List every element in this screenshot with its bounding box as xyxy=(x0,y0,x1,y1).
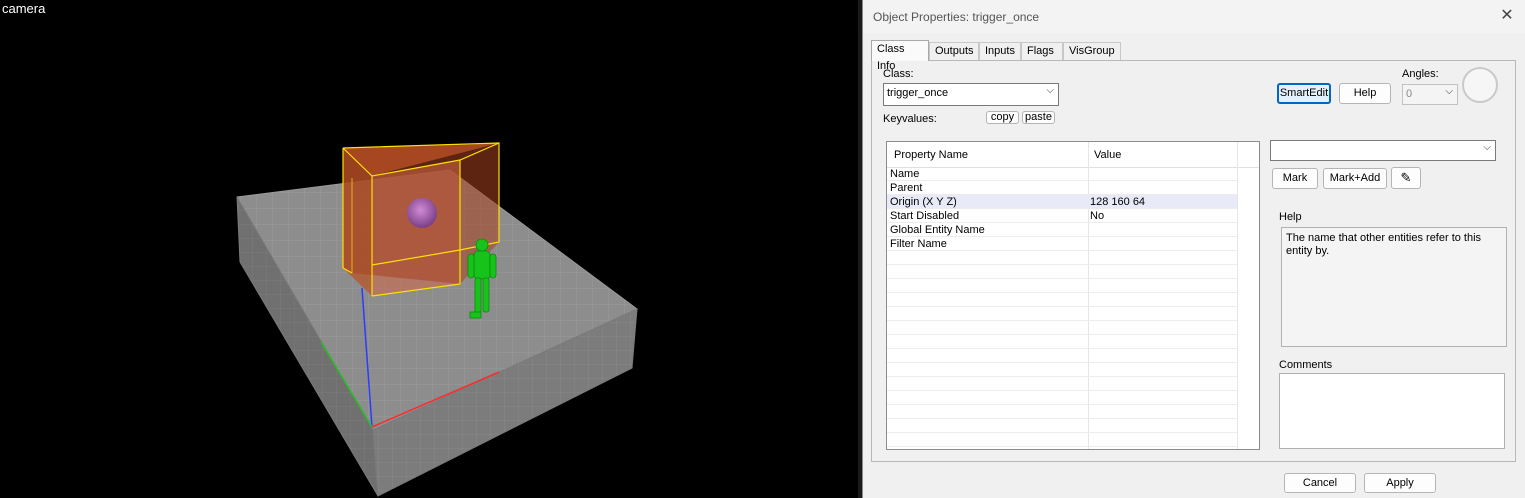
camera-viewport[interactable]: camera xyxy=(0,0,858,498)
row-key: Parent xyxy=(890,182,923,194)
tab-outputs[interactable]: Outputs xyxy=(929,42,979,60)
grid-row-selected[interactable]: Origin (X Y Z) 128 160 64 xyxy=(887,195,1237,209)
row-key: Filter Name xyxy=(890,238,947,250)
class-info-panel: Class: trigger_once ⌵ Keyvalues: copy pa… xyxy=(871,60,1516,462)
tab-flags[interactable]: Flags xyxy=(1021,42,1063,60)
grid-row-empty xyxy=(887,251,1237,265)
row-key: Start Disabled xyxy=(890,210,960,222)
mark-add-button[interactable]: Mark+Add xyxy=(1323,168,1387,189)
paste-button[interactable]: paste xyxy=(1022,111,1055,124)
angles-label: Angles: xyxy=(1402,68,1439,80)
grid-row[interactable]: Start Disabled No xyxy=(887,209,1237,223)
grid-header: Property Name Value xyxy=(887,142,1259,168)
grid-row-empty xyxy=(887,349,1237,363)
grid-row[interactable]: Parent xyxy=(887,181,1237,195)
help-textbox: The name that other entities refer to th… xyxy=(1281,227,1507,347)
angles-value: 0 xyxy=(1406,88,1413,100)
grid-row-empty xyxy=(887,433,1237,447)
title-bar[interactable]: Object Properties: trigger_once ✕ xyxy=(863,0,1525,33)
help-section-label: Help xyxy=(1279,211,1302,223)
eyedropper-button[interactable]: ✎ xyxy=(1391,167,1421,189)
grid-row-empty xyxy=(887,363,1237,377)
eyedropper-icon: ✎ xyxy=(1400,170,1412,185)
copy-button[interactable]: copy xyxy=(986,111,1019,124)
smartedit-button[interactable]: SmartEdit xyxy=(1277,83,1331,104)
tab-inputs[interactable]: Inputs xyxy=(979,42,1021,60)
row-value: No xyxy=(1090,210,1105,222)
row-value: 128 160 64 xyxy=(1090,196,1146,208)
grid-row-empty xyxy=(887,307,1237,321)
entity-sphere xyxy=(407,198,437,228)
grid-row[interactable]: Filter Name xyxy=(887,237,1237,251)
chevron-down-icon: ⌵ xyxy=(1046,85,1054,96)
column-separator xyxy=(1237,142,1238,449)
chevron-down-icon: ⌵ xyxy=(1483,142,1491,153)
tab-visgroup[interactable]: VisGroup xyxy=(1063,42,1121,60)
grid-row[interactable]: Global Entity Name xyxy=(887,223,1237,237)
close-icon[interactable]: ✕ xyxy=(1497,6,1517,26)
value-combobox[interactable]: ⌵ xyxy=(1270,140,1496,161)
chevron-down-icon: ⌵ xyxy=(1445,86,1453,97)
grid-row-empty xyxy=(887,405,1237,419)
grid-row-empty xyxy=(887,293,1237,307)
grid-row-empty xyxy=(887,419,1237,433)
scene-render xyxy=(236,142,638,497)
row-key: Name xyxy=(890,168,920,180)
comments-label: Comments xyxy=(1279,359,1333,371)
help-button[interactable]: Help xyxy=(1339,83,1391,104)
apply-button[interactable]: Apply xyxy=(1364,473,1436,493)
angles-combobox[interactable]: 0 ⌵ xyxy=(1402,84,1458,105)
viewport-label: camera xyxy=(2,1,46,16)
grid-row-empty xyxy=(887,391,1237,405)
grid-row-empty xyxy=(887,321,1237,335)
grid-row-empty xyxy=(887,279,1237,293)
comments-textarea[interactable] xyxy=(1279,373,1505,449)
class-value: trigger_once xyxy=(887,87,949,99)
tab-class-info[interactable]: Class Info xyxy=(871,40,929,72)
keyvalues-label: Keyvalues: xyxy=(883,113,937,125)
row-key: Global Entity Name xyxy=(890,224,985,236)
column-header-value[interactable]: Value xyxy=(1094,149,1121,161)
angles-compass-dial[interactable] xyxy=(1462,67,1498,103)
dialog-title: Object Properties: trigger_once xyxy=(873,10,1040,24)
cancel-button[interactable]: Cancel xyxy=(1284,473,1356,493)
class-combobox[interactable]: trigger_once ⌵ xyxy=(883,83,1059,106)
object-properties-dialog: Object Properties: trigger_once ✕ Class … xyxy=(862,0,1525,498)
column-header-property[interactable]: Property Name xyxy=(894,149,968,161)
grid-row[interactable]: Name xyxy=(887,167,1237,181)
mark-button[interactable]: Mark xyxy=(1272,168,1318,189)
grid-row-empty xyxy=(887,265,1237,279)
keyvalues-grid[interactable]: Property Name Value Name Parent Origin (… xyxy=(886,141,1260,450)
row-key: Origin (X Y Z) xyxy=(890,196,957,208)
grid-row-empty xyxy=(887,377,1237,391)
grid-row-empty xyxy=(887,335,1237,349)
